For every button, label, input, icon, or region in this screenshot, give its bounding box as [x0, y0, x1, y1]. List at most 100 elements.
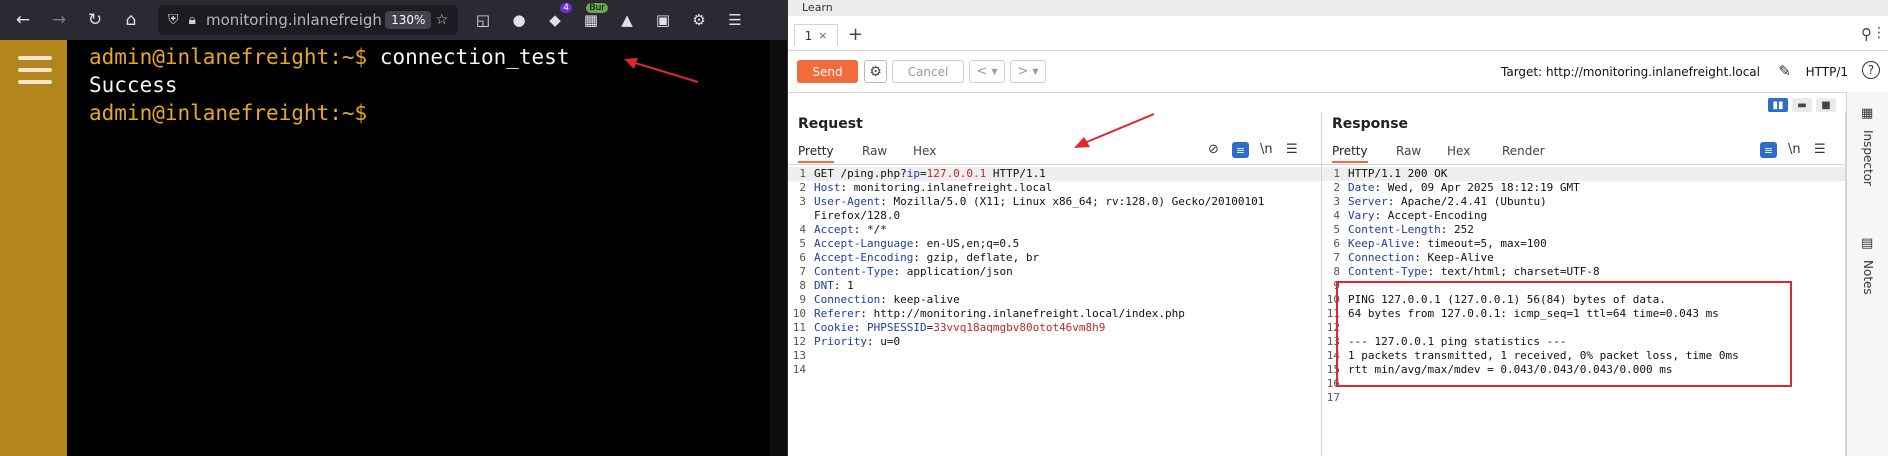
- http-protocol-label[interactable]: HTTP/1: [1806, 65, 1848, 79]
- layout-side-by-side-icon[interactable]: ▮▮: [1768, 98, 1788, 112]
- line-content: Date: Wed, 09 Apr 2025 18:12:19 GMT: [1348, 181, 1580, 194]
- more-options-icon[interactable]: ⋮: [1872, 25, 1886, 41]
- response-view-tabs: Pretty Raw Hex Render ≡ \n ☰: [1322, 142, 1845, 165]
- line-content: HTTP/1.1 200 OK: [1348, 167, 1448, 180]
- line-content: Connection: Keep-Alive: [1348, 251, 1494, 264]
- inspector-icon[interactable]: ▦: [1861, 106, 1873, 121]
- terminal-line: admin@inlanefreight:~$: [67, 99, 770, 127]
- code-line: Firefox/128.0: [788, 209, 1321, 223]
- wrap-lines-icon[interactable]: ≡: [1760, 142, 1777, 158]
- request-editor[interactable]: 1 GET /ping.php?ip=127.0.0.1 HTTP/1.1 2 Hos…: [788, 167, 1321, 377]
- burp-extension-icon[interactable]: ▦ Bur: [580, 3, 608, 31]
- line-content: User-Agent: Mozilla/5.0 (X11; Linux x86_…: [814, 195, 1265, 208]
- line-number: [788, 209, 814, 223]
- tab-hex[interactable]: Hex: [1447, 144, 1470, 158]
- edit-target-icon[interactable]: ✎: [1778, 62, 1791, 80]
- inspector-tab[interactable]: Inspector: [1861, 130, 1875, 186]
- code-line: 9 Connection: keep-alive: [788, 293, 1321, 307]
- code-line: 1 HTTP/1.1 200 OK: [1322, 167, 1845, 181]
- close-icon[interactable]: ×: [818, 29, 827, 42]
- line-number: 14: [792, 363, 806, 376]
- tab-pretty[interactable]: Pretty: [1332, 144, 1368, 163]
- cancel-button[interactable]: Cancel: [892, 60, 964, 83]
- line-content: Vary: Accept-Encoding: [1348, 209, 1488, 222]
- code-line: 12 Priority: u=0: [788, 335, 1321, 349]
- menu-icon[interactable]: ☰: [1286, 142, 1298, 157]
- line-number: 4: [799, 223, 806, 236]
- menu-icon[interactable]: ☰: [1814, 142, 1826, 157]
- line-number: 9: [799, 293, 806, 306]
- extensions-puzzle-icon[interactable]: ⚙: [688, 9, 710, 31]
- layout-stacked-icon[interactable]: ▬: [1792, 98, 1812, 112]
- zoom-indicator[interactable]: 130%: [385, 11, 432, 29]
- repeater-tab-1[interactable]: 1 ×: [794, 24, 838, 46]
- line-number: 2: [1333, 181, 1340, 194]
- terminal-sidebar: [0, 40, 67, 456]
- layout-tabs-icon[interactable]: ■: [1816, 98, 1836, 112]
- newline-toggle[interactable]: \n: [1260, 142, 1273, 157]
- lock-icon[interactable]: 🔒︎: [189, 12, 196, 28]
- newline-toggle[interactable]: \n: [1788, 142, 1801, 157]
- tab-render[interactable]: Render: [1502, 144, 1545, 158]
- reload-icon[interactable]: ↻: [82, 7, 108, 33]
- hide-icon[interactable]: ⊘: [1208, 142, 1219, 157]
- line-content: Connection: keep-alive: [814, 293, 960, 306]
- page-scrollbar[interactable]: [770, 40, 787, 456]
- send-button[interactable]: Send: [797, 60, 858, 83]
- browser-toolbar: ← → ↻ ⌂ ⛨ 🔒︎ monitoring.inlanefreigh 130…: [0, 0, 787, 40]
- extension-hat-icon[interactable]: ▲: [616, 9, 638, 31]
- search-icon[interactable]: ⚲: [1861, 25, 1872, 43]
- extension-blue-icon[interactable]: ▣: [652, 9, 674, 31]
- burp-badge: Bur: [586, 3, 608, 13]
- hamburger-menu-icon[interactable]: [18, 56, 52, 60]
- code-line: 1 GET /ping.php?ip=127.0.0.1 HTTP/1.1: [788, 167, 1321, 181]
- learn-tab[interactable]: Learn: [802, 1, 833, 14]
- add-tab-button[interactable]: +: [848, 24, 863, 45]
- line-content: Host: monitoring.inlanefreight.local: [814, 181, 1053, 194]
- tab-raw[interactable]: Raw: [1396, 144, 1421, 158]
- extension-badge: 4: [560, 3, 572, 13]
- help-icon[interactable]: ?: [1862, 61, 1880, 79]
- line-content: Cookie: PHPSESSID=33vvq18aqmgbv80otot46v…: [814, 321, 1106, 334]
- gear-icon[interactable]: ⚙: [864, 60, 887, 83]
- tab-raw[interactable]: Raw: [862, 144, 887, 158]
- bookmark-star-icon[interactable]: ☆: [435, 12, 448, 28]
- extension-purple-icon[interactable]: ◆ 4: [544, 3, 572, 31]
- terminal-output: Success: [89, 73, 178, 97]
- home-icon[interactable]: ⌂: [118, 7, 144, 33]
- response-title: Response: [1332, 116, 1409, 132]
- history-back-button[interactable]: < ▼: [969, 60, 1005, 83]
- tab-pretty[interactable]: Pretty: [798, 144, 834, 163]
- extension-dark-icon[interactable]: ●: [508, 9, 530, 31]
- firefox-window: ← → ↻ ⌂ ⛨ 🔒︎ monitoring.inlanefreigh 130…: [0, 0, 787, 456]
- shield-icon[interactable]: ⛨: [168, 12, 179, 28]
- line-number: 10: [792, 307, 806, 320]
- forward-icon[interactable]: →: [46, 7, 72, 33]
- pocket-icon[interactable]: ◱: [472, 9, 494, 31]
- back-icon[interactable]: ←: [10, 7, 36, 33]
- burp-repeater: Learn 1 × + ⚲ ⋮ Send ⚙ Cancel < ▼ > ▼ Targ…: [788, 0, 1888, 456]
- code-line: 2 Host: monitoring.inlanefreight.local: [788, 181, 1321, 195]
- notes-tab[interactable]: Notes: [1861, 260, 1875, 295]
- menu-icon[interactable]: ☰: [724, 9, 746, 31]
- line-number: 8: [799, 279, 806, 292]
- history-forward-button[interactable]: > ▼: [1010, 60, 1046, 83]
- line-content: Accept-Encoding: gzip, deflate, br: [814, 251, 1040, 264]
- code-line: 17: [1322, 391, 1845, 405]
- code-line: 4 Accept: */*: [788, 223, 1321, 237]
- code-line: 13: [788, 349, 1321, 363]
- code-line: 6 Keep-Alive: timeout=5, max=100: [1322, 237, 1845, 251]
- wrap-lines-icon[interactable]: ≡: [1232, 142, 1249, 158]
- chevron-left-icon: <: [976, 64, 988, 79]
- request-pane: Request Pretty Raw Hex ⊘ ≡ \n ☰ 1 GET /pi…: [788, 112, 1322, 456]
- code-line: 7 Connection: Keep-Alive: [1322, 251, 1845, 265]
- url-text[interactable]: monitoring.inlanefreigh: [206, 11, 381, 29]
- code-line: 14: [788, 363, 1321, 377]
- code-line: 3 User-Agent: Mozilla/5.0 (X11; Linux x86…: [788, 195, 1321, 209]
- tab-hex[interactable]: Hex: [913, 144, 936, 158]
- url-bar[interactable]: ⛨ 🔒︎ monitoring.inlanefreigh 130% ☆: [158, 5, 458, 35]
- annotation-arrow: [1074, 113, 1155, 148]
- line-content: Keep-Alive: timeout=5, max=100: [1348, 237, 1547, 250]
- terminal[interactable]: admin@inlanefreight:~$ connection_test S…: [67, 40, 770, 456]
- notes-icon[interactable]: ▤: [1861, 236, 1873, 251]
